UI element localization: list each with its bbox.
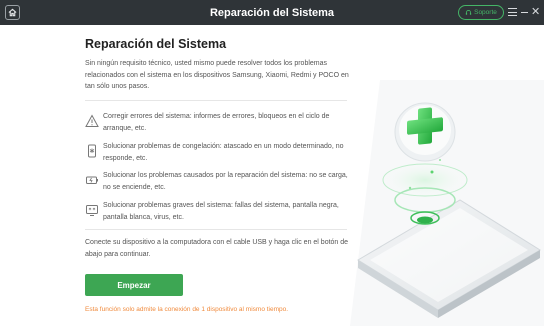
connect-instructions: Conecte su dispositivo a la computadora …: [85, 239, 349, 258]
broken-screen-icon: [86, 205, 98, 216]
feature-item-errors: Corregir errores del sistema: informes d…: [85, 111, 350, 134]
menu-icon[interactable]: [508, 8, 517, 16]
intro-text: Sin ningún requisito técnico, usted mism…: [85, 60, 349, 90]
close-icon[interactable]: ✕: [531, 6, 541, 18]
home-button[interactable]: [5, 5, 20, 20]
device-limit-note: Esta función solo admite la conexión de …: [85, 306, 289, 313]
feature-text: Corregir errores del sistema: informes d…: [103, 113, 330, 132]
feature-item-charging: Solucionar los problemas causados por la…: [85, 170, 350, 193]
frozen-phone-icon: [88, 144, 96, 158]
home-icon: [8, 8, 17, 17]
window-title: Reparación del Sistema: [209, 6, 335, 19]
headset-icon: [465, 9, 472, 15]
warning-icon: [85, 114, 99, 127]
feature-item-severe: Solucionar problemas graves del sistema:…: [85, 200, 350, 223]
minimize-icon[interactable]: [521, 12, 528, 13]
divider: [85, 100, 347, 101]
start-button[interactable]: Empezar: [85, 274, 183, 296]
feature-text: Solucionar los problemas causados por la…: [103, 172, 348, 191]
support-button[interactable]: Soporte: [458, 5, 504, 20]
repair-illustration: [350, 80, 544, 326]
divider: [85, 229, 347, 230]
support-label: Soporte: [474, 9, 497, 16]
battery-icon: [86, 176, 98, 184]
feature-text: Solucionar problemas graves del sistema:…: [103, 202, 339, 221]
page-title: Reparación del Sistema: [85, 37, 227, 51]
title-bar: Reparación del Sistema Soporte ✕: [0, 0, 544, 25]
feature-text: Solucionar problemas de congelación: ata…: [103, 143, 344, 162]
feature-item-frozen: Solucionar problemas de congelación: ata…: [85, 141, 350, 164]
